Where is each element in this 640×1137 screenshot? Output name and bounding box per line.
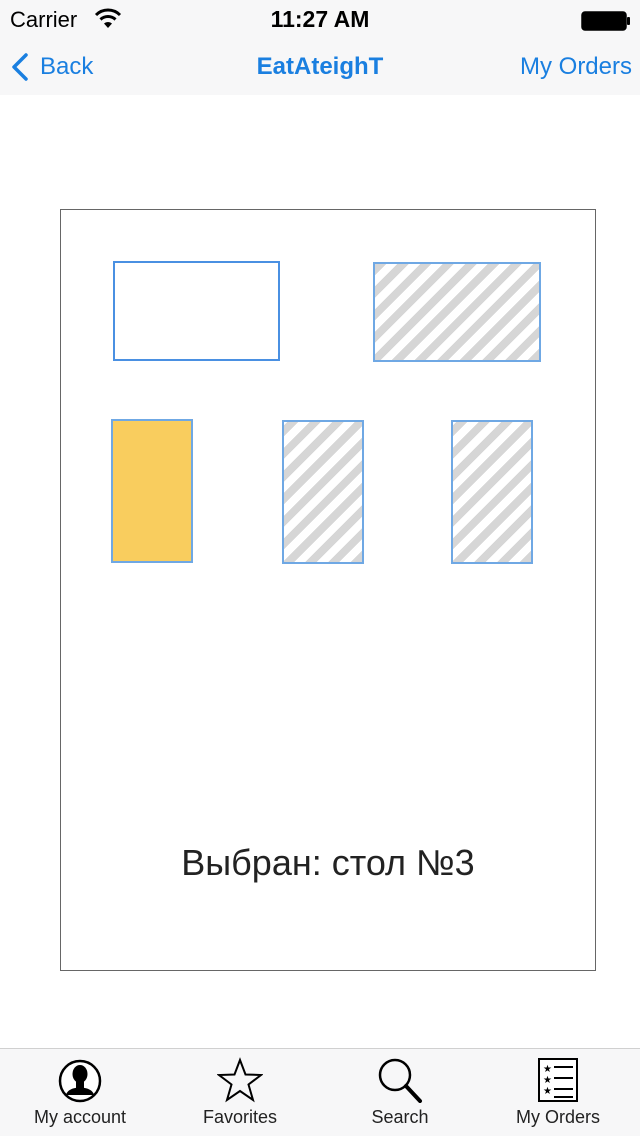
battery-icon <box>581 11 630 31</box>
my-orders-nav-button[interactable]: My Orders <box>520 53 632 81</box>
table-3[interactable] <box>111 419 193 563</box>
tab-favorites[interactable]: Favorites <box>160 1049 320 1137</box>
star-icon <box>217 1057 263 1103</box>
tab-search-label: Search <box>371 1107 429 1127</box>
table-5[interactable] <box>451 420 533 564</box>
person-icon <box>58 1059 102 1103</box>
tab-search[interactable]: Search <box>320 1049 480 1137</box>
back-button-label: Back <box>40 53 94 80</box>
floor-plan: Выбран: стол №3 <box>60 209 596 971</box>
selected-table-label: Выбран: стол №3 <box>181 842 475 883</box>
tab-my-account[interactable]: My account <box>0 1049 160 1137</box>
chevron-left-icon <box>12 53 28 81</box>
table-4[interactable] <box>282 420 364 564</box>
svg-text:★: ★ <box>543 1086 552 1097</box>
status-time: 11:27 AM <box>270 6 370 32</box>
status-bar: Carrier 11:27 AM <box>0 0 640 40</box>
navigation-bar: Back EatAteighT My Orders <box>0 40 640 95</box>
back-button[interactable]: Back <box>8 50 93 84</box>
page-title: EatAteighT <box>256 53 384 80</box>
search-icon <box>378 1058 422 1103</box>
tab-bar: My account Favorites Search ★ ★ ★ My Ord… <box>0 1048 640 1136</box>
list-icon: ★ ★ ★ <box>538 1058 578 1102</box>
tab-favorites-label: Favorites <box>202 1107 278 1127</box>
table-2[interactable] <box>373 262 541 362</box>
tab-my-orders[interactable]: ★ ★ ★ My Orders <box>478 1049 638 1137</box>
tab-my-orders-label: My Orders <box>515 1107 600 1127</box>
tab-my-account-label: My account <box>33 1107 127 1127</box>
svg-text:★: ★ <box>543 1075 552 1086</box>
svg-text:★: ★ <box>543 1064 552 1075</box>
table-1[interactable] <box>113 261 280 361</box>
